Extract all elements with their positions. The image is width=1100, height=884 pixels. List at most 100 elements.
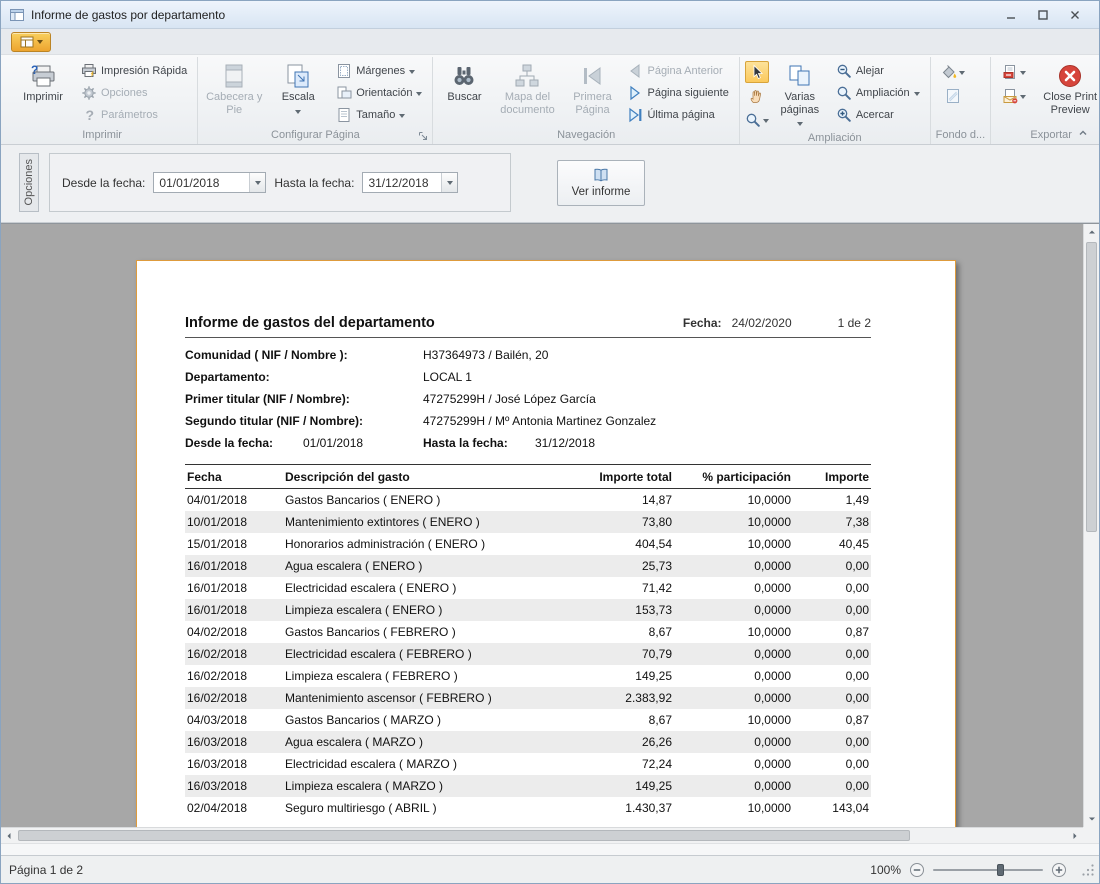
table-row: 16/01/2018Agua escalera ( ENERO )25,730,…	[185, 555, 871, 577]
from-date-combo[interactable]: 01/01/2018	[153, 172, 266, 193]
print-options-button: Opciones	[76, 83, 192, 103]
maximize-button[interactable]	[1035, 7, 1051, 23]
table-cell: Gastos Bancarios ( FEBRERO )	[283, 621, 553, 643]
magnifier-icon	[836, 85, 852, 101]
statusbar-page-text: Página 1 de 2	[9, 863, 83, 877]
table-cell: Seguro multiriesgo ( ABRIL )	[283, 797, 553, 819]
report-title: Informe de gastos del departamento	[185, 315, 435, 331]
vertical-scroll-thumb[interactable]	[1086, 242, 1097, 532]
quick-print-button[interactable]: Impresión Rápida	[76, 61, 192, 81]
table-cell: 0,0000	[674, 731, 793, 753]
watermark-button[interactable]	[936, 85, 970, 107]
table-row: 16/03/2018Agua escalera ( MARZO )26,260,…	[185, 731, 871, 753]
printer-question-icon	[30, 63, 56, 89]
dialog-launcher-button[interactable]	[417, 130, 429, 142]
collapse-ribbon-button[interactable]	[1075, 126, 1091, 140]
to-date-combo[interactable]: 31/12/2018	[362, 172, 458, 193]
resize-grip-icon[interactable]	[1081, 863, 1095, 877]
scrollbar-corner	[1083, 827, 1099, 843]
last-page-label: Última página	[647, 109, 714, 121]
zoom-in-button[interactable]: Acercar	[831, 105, 925, 125]
zoom-in-statusbar-button[interactable]	[1051, 862, 1067, 878]
multiple-pages-icon	[787, 63, 813, 89]
table-cell: 0,0000	[674, 687, 793, 709]
orientation-button[interactable]: Orientación	[331, 83, 427, 103]
magnifier-tool-button[interactable]	[745, 109, 769, 131]
table-cell: Mantenimiento ascensor ( FEBRERO )	[283, 687, 553, 709]
last-page-icon	[627, 107, 643, 123]
previous-page-button: Página Anterior	[622, 61, 733, 81]
report-field-label: Comunidad ( NIF / Nombre ):	[185, 348, 423, 362]
chevron-down-icon	[914, 92, 920, 99]
table-cell: 0,00	[793, 753, 871, 775]
scale-icon	[285, 63, 311, 89]
scroll-left-button[interactable]	[1, 828, 17, 843]
table-row: 04/02/2018Gastos Bancarios ( FEBRERO )8,…	[185, 621, 871, 643]
scale-button[interactable]: Escala	[267, 59, 329, 119]
view-report-button[interactable]: Ver informe	[557, 160, 645, 206]
ribbon-group-label-fondo: Fondo d...	[936, 128, 986, 144]
ribbon-menu-button[interactable]	[11, 32, 51, 52]
options-panel-tab: Opciones	[19, 153, 39, 212]
previous-page-icon	[627, 63, 643, 79]
zoom-out-button[interactable]: Alejar	[831, 61, 925, 81]
print-button[interactable]: Imprimir	[12, 59, 74, 106]
close-button[interactable]	[1067, 7, 1083, 23]
report-field-label: Primer titular (NIF / Nombre):	[185, 392, 423, 406]
hand-tool-icon	[749, 88, 765, 104]
parameters-button: Parámetros	[76, 105, 192, 125]
table-row: 16/02/2018Limpieza escalera ( FEBRERO )1…	[185, 665, 871, 687]
last-page-button[interactable]: Última página	[622, 105, 733, 125]
table-cell: 71,42	[553, 577, 674, 599]
scroll-down-button[interactable]	[1084, 811, 1099, 827]
minimize-button[interactable]	[1003, 7, 1019, 23]
export-document-button[interactable]	[996, 61, 1032, 83]
horizontal-scroll-thumb[interactable]	[18, 830, 910, 841]
table-cell: 16/02/2018	[185, 665, 283, 687]
table-cell: 40,45	[793, 533, 871, 555]
chevron-up-icon	[1077, 127, 1089, 139]
next-page-button[interactable]: Página siguiente	[622, 83, 733, 103]
pointer-tool-button[interactable]	[745, 61, 769, 83]
report-date-range: Desde la fecha: 01/01/2018 Hasta la fech…	[185, 432, 871, 454]
page-size-button[interactable]: Tamaño	[331, 105, 427, 125]
zoom-dropdown-button[interactable]: Ampliación	[831, 83, 925, 103]
multiple-pages-button[interactable]: Varias páginas	[771, 59, 829, 131]
document-map-label: Mapa del documento	[493, 91, 561, 116]
table-cell: Limpieza escalera ( FEBRERO )	[283, 665, 553, 687]
search-button[interactable]: Buscar	[438, 59, 490, 106]
margins-button[interactable]: Márgenes	[331, 61, 427, 81]
table-cell: 404,54	[553, 533, 674, 555]
hand-tool-button[interactable]	[745, 85, 769, 107]
ribbon-menu-icon	[20, 36, 34, 48]
zoom-slider-track[interactable]	[933, 869, 1043, 871]
zoom-out-statusbar-button[interactable]	[909, 862, 925, 878]
next-page-icon	[627, 85, 643, 101]
page-color-button[interactable]	[936, 61, 970, 83]
horizontal-scrollbar[interactable]	[1, 827, 1083, 843]
report-field-label: Segundo titular (NIF / Nombre):	[185, 414, 423, 428]
vertical-scrollbar[interactable]	[1083, 224, 1099, 827]
zoom-slider-thumb[interactable]	[997, 864, 1004, 876]
statusbar: Página 1 de 2 100%	[1, 855, 1099, 883]
export-document-icon	[1002, 64, 1018, 80]
scroll-right-button[interactable]	[1067, 828, 1083, 843]
arrow-left-icon	[4, 831, 14, 841]
table-cell: 04/01/2018	[185, 489, 283, 511]
table-cell: 0,0000	[674, 665, 793, 687]
first-page-button: Primera Página	[564, 59, 620, 118]
print-preview-area[interactable]: Informe de gastos del departamento Fecha…	[1, 223, 1099, 843]
close-print-preview-button[interactable]: Close Print Preview	[1034, 59, 1099, 118]
orientation-icon	[336, 85, 352, 101]
ribbon-group-label-configurar: Configurar Página	[203, 128, 427, 144]
zoom-slider[interactable]	[933, 861, 1043, 879]
from-date-dropdown-button[interactable]	[249, 173, 265, 192]
table-cell: 0,0000	[674, 643, 793, 665]
to-date-dropdown-button[interactable]	[441, 173, 457, 192]
report-field-value: LOCAL 1	[423, 370, 472, 384]
report-page: Informe de gastos del departamento Fecha…	[136, 260, 956, 843]
send-email-button[interactable]	[996, 85, 1032, 107]
titlebar[interactable]: Informe de gastos por departamento	[1, 1, 1099, 29]
table-cell: Mantenimiento extintores ( ENERO )	[283, 511, 553, 533]
scroll-up-button[interactable]	[1084, 224, 1099, 240]
